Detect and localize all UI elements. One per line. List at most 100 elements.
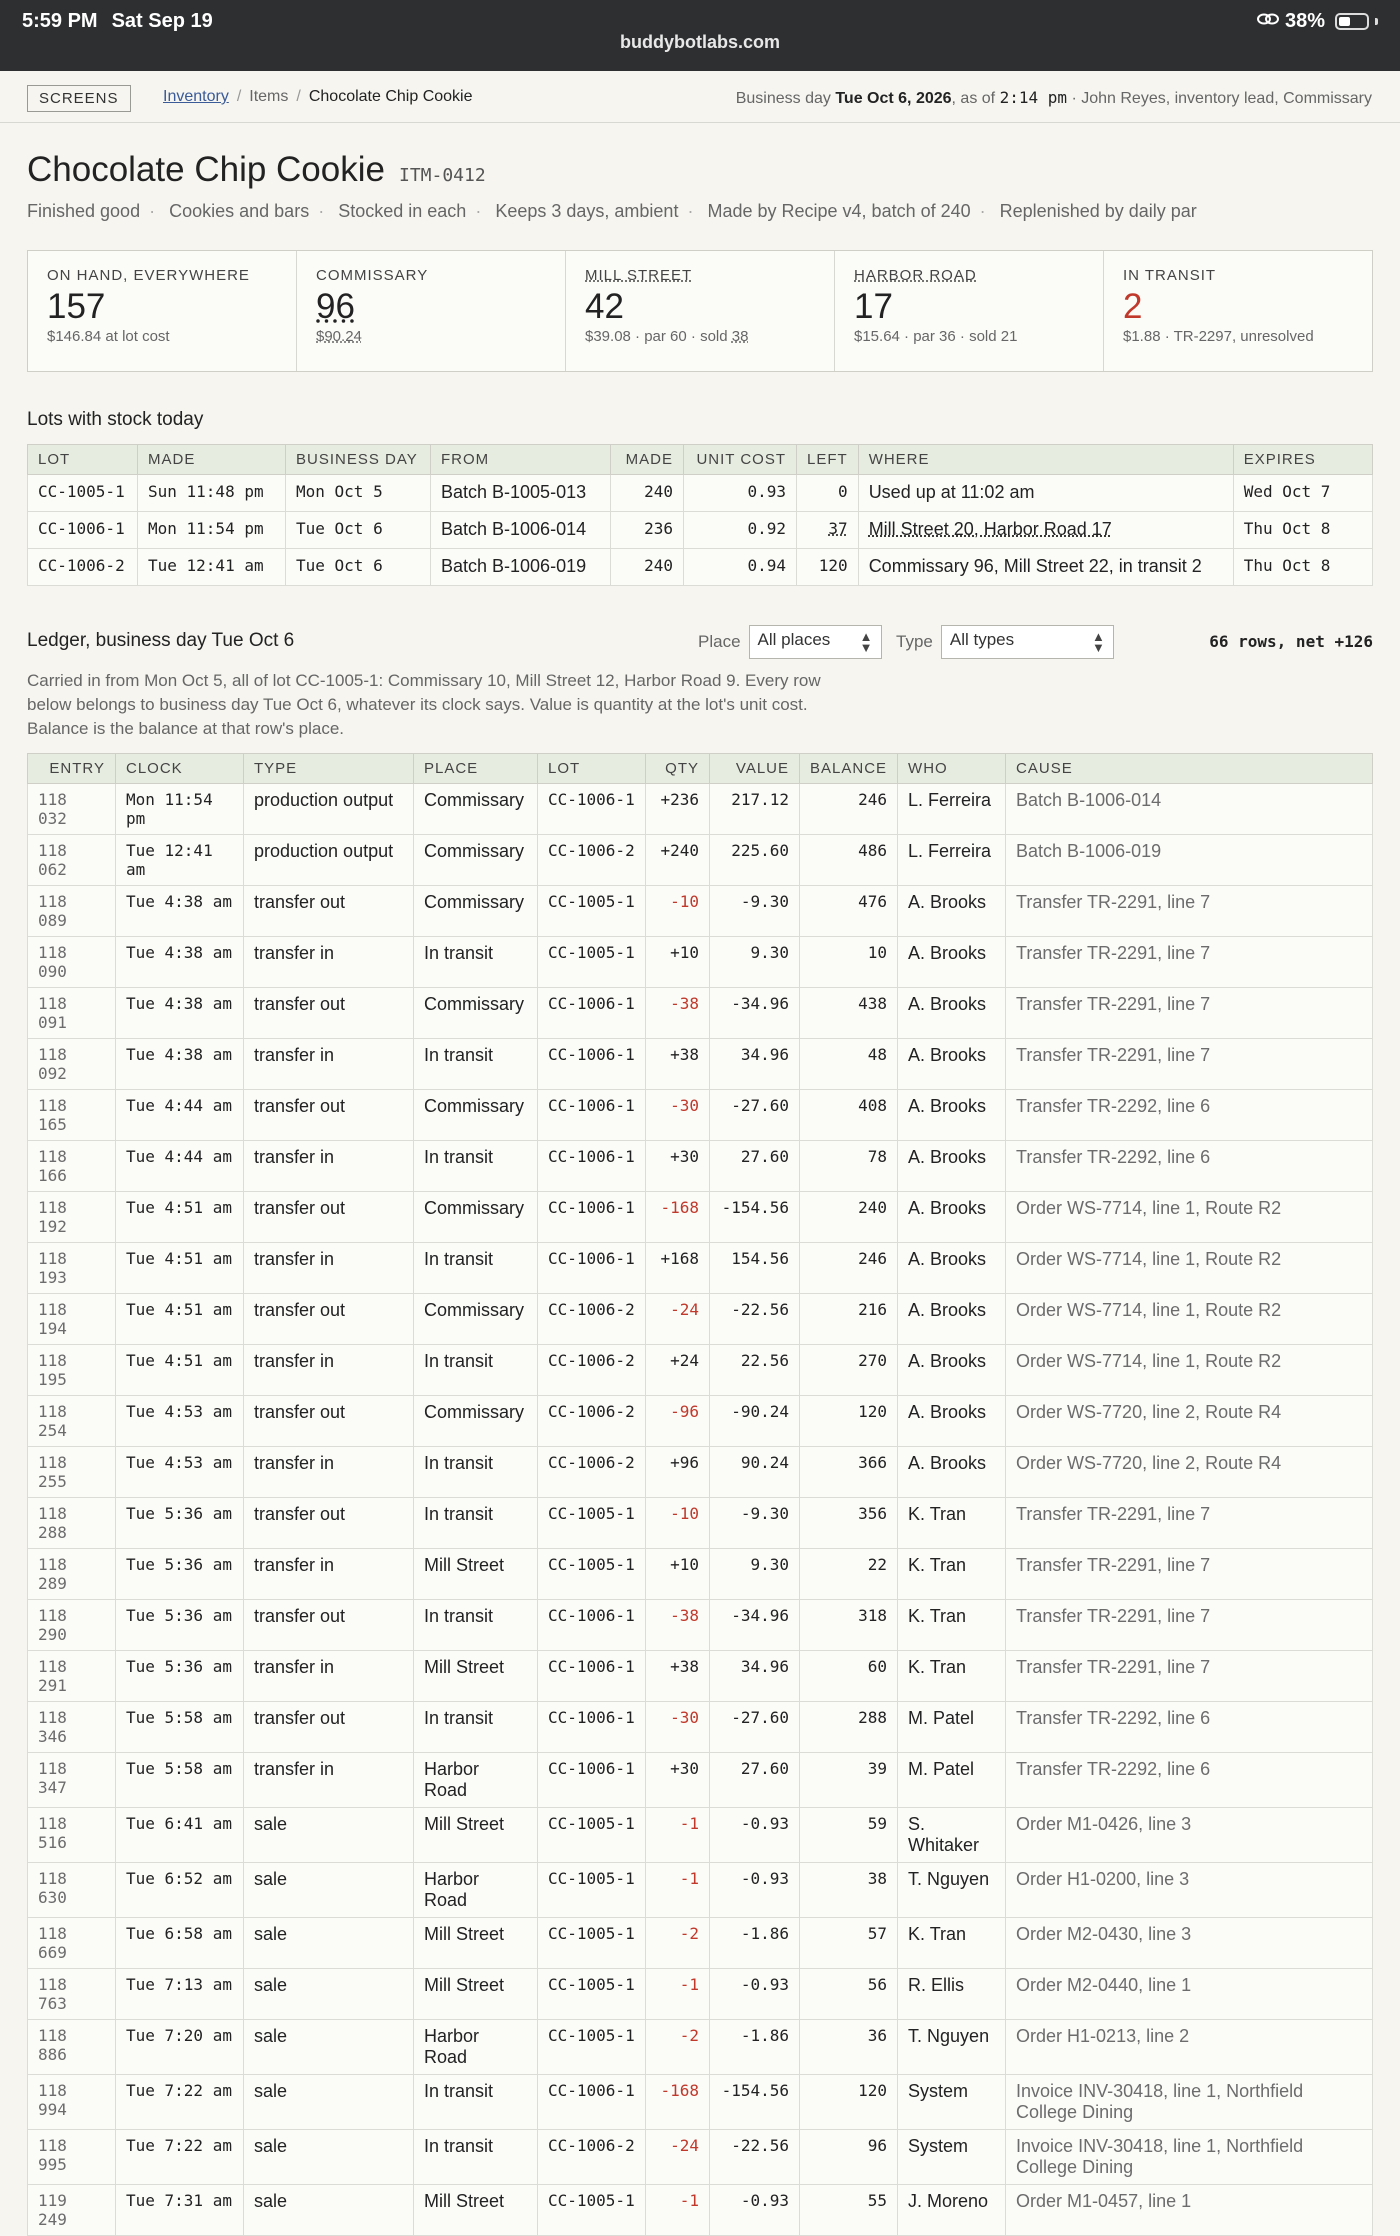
row-count: 66 rows, net +126 xyxy=(1209,632,1373,651)
lot-cell: CC-1006-1 xyxy=(27,511,138,549)
ledger-row[interactable]: 118 289 Tue 5:36 am transfer in Mill Street… xyxy=(27,1548,1373,1600)
card-commissary[interactable]: COMMISSARY 96 $90.24 xyxy=(297,251,566,371)
ledger-cell: Order WS-7714, line 1, Route R2 xyxy=(1005,1344,1373,1396)
type-select[interactable]: All types ▲ ▼ xyxy=(940,625,1114,659)
ledger-cell: 118 290 xyxy=(27,1599,116,1651)
ledger-cell: sale xyxy=(243,1862,414,1918)
breadcrumb-inventory[interactable]: Inventory xyxy=(163,88,229,105)
ledger-cell: 438 xyxy=(798,987,899,1039)
ledger-row[interactable]: 118 192 Tue 4:51 am transfer out Commissary… xyxy=(27,1191,1373,1243)
ledger-row[interactable]: 118 194 Tue 4:51 am transfer out Commissary… xyxy=(27,1293,1373,1345)
ledger-row[interactable]: 118 062 Tue 12:41 am production output Comm… xyxy=(27,834,1373,886)
ledger-cell: CC-1005-1 xyxy=(537,885,646,937)
ledger-row[interactable]: 118 165 Tue 4:44 am transfer out Commissary… xyxy=(27,1089,1373,1141)
lots-col-header: WHERE xyxy=(857,444,1234,475)
ledger-row[interactable]: 118 886 Tue 7:20 am sale Harbor Road CC-1005… xyxy=(27,2019,1373,2075)
card-mill-street[interactable]: MILL STREET 42 $39.08 · par 60 · sold 38 xyxy=(566,251,835,371)
ledger-cell: Tue 4:44 am xyxy=(115,1140,244,1192)
mill-sold-link[interactable]: 38 xyxy=(732,328,749,345)
ledger-row[interactable]: 118 089 Tue 4:38 am transfer out Commissary… xyxy=(27,885,1373,937)
ledger-cell: -154.56 xyxy=(709,2074,800,2130)
ledger-row[interactable]: 118 032 Mon 11:54 pm production output Comm… xyxy=(27,783,1373,835)
ledger-row[interactable]: 118 195 Tue 4:51 am transfer in In transit C… xyxy=(27,1344,1373,1396)
ledger-row[interactable]: 118 091 Tue 4:38 am transfer out Commissary… xyxy=(27,987,1373,1039)
ledger-row[interactable]: 119 249 Tue 7:31 am sale Mill Street CC-1005… xyxy=(27,2184,1373,2236)
ledger-cell: Commissary xyxy=(413,1089,538,1141)
status-time: 5:59 PM Sat Sep 19 xyxy=(22,10,213,32)
ledger-cell: 118 886 xyxy=(27,2019,116,2075)
ledger-cell: K. Tran xyxy=(897,1650,1007,1702)
card-harbor-road[interactable]: HARBOR ROAD 17 $15.64 · par 36 · sold 21 xyxy=(835,251,1104,371)
ledger-cell: 118 630 xyxy=(27,1862,116,1918)
ledger-row[interactable]: 118 090 Tue 4:38 am transfer in In transit C… xyxy=(27,936,1373,988)
ledger-row[interactable]: 118 092 Tue 4:38 am transfer in In transit C… xyxy=(27,1038,1373,1090)
ledger-cell: In transit xyxy=(413,1242,538,1294)
meta-category: Cookies and bars xyxy=(169,201,310,221)
url-label[interactable]: buddybotlabs.com xyxy=(0,32,1400,53)
lot-cell: 240 xyxy=(610,548,684,586)
ledger-cell: -34.96 xyxy=(709,1599,800,1651)
ledger-cell: A. Brooks xyxy=(897,885,1007,937)
ledger-cell: A. Brooks xyxy=(897,1242,1007,1294)
ledger-cell: J. Moreno xyxy=(897,2184,1007,2236)
lots-col-header: MADE xyxy=(610,444,684,475)
ledger-note: Carried in from Mon Oct 5, all of lot CC… xyxy=(27,671,821,738)
ledger-cell: Commissary xyxy=(413,987,538,1039)
lot-row[interactable]: CC-1005-1 Sun 11:48 pm Mon Oct 5 Batch B-10… xyxy=(27,474,1374,512)
ledger-cell: Transfer TR-2291, line 7 xyxy=(1005,1599,1373,1651)
ledger-cell: Batch B-1006-014 xyxy=(1005,783,1373,835)
ledger-row[interactable]: 118 669 Tue 6:58 am sale Mill Street CC-1005… xyxy=(27,1917,1373,1969)
lot-row[interactable]: CC-1006-2 Tue 12:41 am Tue Oct 6 Batch B-10… xyxy=(27,548,1374,586)
ledger-cell: transfer in xyxy=(243,1242,414,1294)
place-select[interactable]: All places ▲ ▼ xyxy=(748,625,882,659)
ledger-cell: System xyxy=(897,2074,1007,2130)
ledger-cell: 118 165 xyxy=(27,1089,116,1141)
ledger-cell: In transit xyxy=(413,1599,538,1651)
breadcrumb-items[interactable]: Items xyxy=(249,88,288,105)
ledger-row[interactable]: 118 291 Tue 5:36 am transfer in Mill Street… xyxy=(27,1650,1373,1702)
ledger-cell: 34.96 xyxy=(709,1038,800,1090)
ledger-cell: 486 xyxy=(798,834,899,886)
ledger-row[interactable]: 118 630 Tue 6:52 am sale Harbor Road CC-1005… xyxy=(27,1862,1373,1918)
ledger-cell: Tue 5:36 am xyxy=(115,1497,244,1549)
ledger-row[interactable]: 118 166 Tue 4:44 am transfer in In transit C… xyxy=(27,1140,1373,1192)
stock-summary: ON HAND, EVERYWHERE 157 $146.84 at lot c… xyxy=(27,250,1373,372)
ledger-row[interactable]: 118 255 Tue 4:53 am transfer in In transit C… xyxy=(27,1446,1373,1498)
ledger-cell: 118 347 xyxy=(27,1752,116,1808)
ledger-cell: transfer out xyxy=(243,1599,414,1651)
ledger-row[interactable]: 118 995 Tue 7:22 am sale In transit CC-1006-… xyxy=(27,2129,1373,2185)
item-header: Chocolate Chip Cookie ITM-0412 xyxy=(27,150,486,190)
ledger-cell: Mill Street xyxy=(413,2184,538,2236)
ledger-cell: A. Brooks xyxy=(897,1140,1007,1192)
ledger-cell: 118 669 xyxy=(27,1917,116,1969)
breadcrumb-current: Chocolate Chip Cookie xyxy=(308,88,473,105)
ledger-row[interactable]: 118 193 Tue 4:51 am transfer in In transit C… xyxy=(27,1242,1373,1294)
lot-cell[interactable]: Mill Street 20, Harbor Road 17 xyxy=(857,511,1234,549)
ledger-col-header: TYPE xyxy=(243,753,414,784)
ledger-row[interactable]: 118 347 Tue 5:58 am transfer in Harbor Road… xyxy=(27,1752,1373,1808)
ledger-table: ENTRY CLOCK TYPE PLACE LOT QTY VALUE BALANCE WHO… xyxy=(27,753,1373,2236)
ledger-row[interactable]: 118 288 Tue 5:36 am transfer out In transit… xyxy=(27,1497,1373,1549)
ledger-row[interactable]: 118 290 Tue 5:36 am transfer out In transit… xyxy=(27,1599,1373,1651)
ledger-cell: 246 xyxy=(798,1242,899,1294)
ledger-row[interactable]: 118 254 Tue 4:53 am transfer out Commissary… xyxy=(27,1395,1373,1447)
lot-cell: Batch B-1005-013 xyxy=(430,474,611,512)
ledger-row[interactable]: 118 346 Tue 5:58 am transfer out In transit… xyxy=(27,1701,1373,1753)
ledger-cell: Tue 7:13 am xyxy=(115,1968,244,2020)
ledger-col-header: ENTRY xyxy=(27,753,116,784)
ledger-cell: CC-1006-1 xyxy=(537,1650,646,1702)
ledger-row[interactable]: 118 763 Tue 7:13 am sale Mill Street CC-1005… xyxy=(27,1968,1373,2020)
ledger-cell: 120 xyxy=(798,1395,899,1447)
ledger-cell: Order WS-7714, line 1, Route R2 xyxy=(1005,1242,1373,1294)
lot-cell: CC-1006-2 xyxy=(27,548,138,586)
ledger-cell: T. Nguyen xyxy=(897,2019,1007,2075)
lot-row[interactable]: CC-1006-1 Mon 11:54 pm Tue Oct 6 Batch B-10… xyxy=(27,511,1374,549)
screens-button[interactable]: SCREENS xyxy=(27,85,131,112)
ledger-row[interactable]: 118 516 Tue 6:41 am sale Mill Street CC-1005… xyxy=(27,1807,1373,1863)
ledger-cell: Tue 4:51 am xyxy=(115,1242,244,1294)
ledger-cell: CC-1006-2 xyxy=(537,1344,646,1396)
ledger-title: Ledger, business day Tue Oct 6 xyxy=(27,630,295,651)
ledger-cell: Tue 5:36 am xyxy=(115,1650,244,1702)
lot-cell[interactable]: 37 xyxy=(796,511,859,549)
ledger-row[interactable]: 118 994 Tue 7:22 am sale In transit CC-1006-… xyxy=(27,2074,1373,2130)
